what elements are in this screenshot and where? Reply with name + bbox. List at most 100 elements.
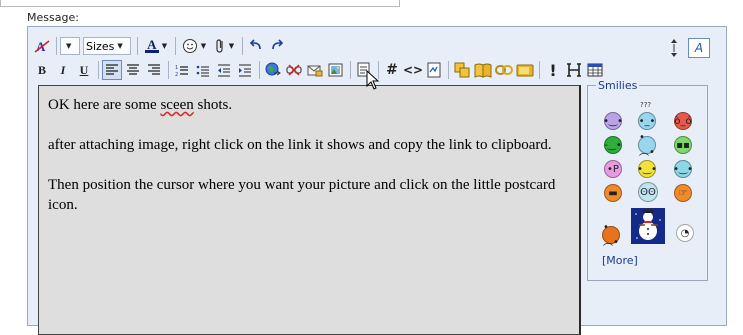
toolbar-separator bbox=[168, 61, 169, 79]
undo-button[interactable] bbox=[246, 36, 266, 56]
grin-green-icon[interactable]: ▪▪ bbox=[674, 136, 692, 154]
pointing-icon[interactable]: ☞ bbox=[674, 184, 692, 202]
heading-button[interactable] bbox=[564, 60, 584, 80]
insert-flash-button[interactable] bbox=[515, 60, 535, 80]
resize-arrows-icon[interactable] bbox=[670, 39, 678, 57]
smiley-purple-icon[interactable]: •‿• bbox=[603, 112, 623, 130]
chevron-down-icon: ▼ bbox=[66, 42, 72, 50]
svg-text:2: 2 bbox=[175, 72, 178, 77]
ordered-list-button[interactable]: 12 bbox=[172, 60, 192, 80]
toolbar-row-2: B I U 12 # <> ! bbox=[32, 59, 606, 81]
remove-link-button[interactable] bbox=[284, 60, 304, 80]
toolbar-separator bbox=[259, 61, 260, 79]
font-select[interactable]: ▼ bbox=[60, 37, 80, 55]
frown-blue-icon[interactable]: •︵• bbox=[638, 132, 656, 158]
remove-formatting-icon: A bbox=[34, 39, 50, 54]
html-code-button[interactable]: <> bbox=[403, 60, 423, 80]
undo-icon bbox=[249, 39, 261, 50]
toolbar-separator bbox=[539, 61, 540, 79]
previous-field-edge bbox=[0, 0, 400, 7]
media-box-icon bbox=[516, 64, 534, 77]
align-right-button[interactable] bbox=[144, 60, 164, 80]
smilies-panel: Smilies ??? •‿• •_• ò_ó -‿• •︵• ▪▪ •P •‿… bbox=[587, 79, 708, 281]
chevron-down-icon: ▼ bbox=[161, 42, 168, 50]
more-smilies-link[interactable]: [More] bbox=[602, 254, 638, 267]
paragraph-3: Then position the cursor where you want … bbox=[48, 177, 556, 213]
attach-button[interactable]: ▼ bbox=[210, 36, 238, 56]
book-button[interactable] bbox=[473, 60, 493, 80]
italic-button[interactable]: I bbox=[53, 60, 73, 80]
redo-icon bbox=[272, 39, 284, 50]
unordered-list-icon bbox=[196, 65, 209, 77]
underline-button[interactable]: U bbox=[74, 60, 94, 80]
align-left-icon bbox=[106, 64, 118, 75]
toolbar-separator bbox=[350, 61, 351, 79]
remove-formatting-button[interactable]: A bbox=[32, 36, 52, 56]
editor-mode-tools: A bbox=[670, 37, 720, 61]
outdent-button[interactable] bbox=[214, 60, 234, 80]
envelope-icon bbox=[307, 65, 323, 77]
bold-button[interactable]: B bbox=[32, 60, 52, 80]
text-color-icon: A bbox=[144, 38, 159, 53]
insert-image-button[interactable] bbox=[326, 60, 346, 80]
insert-email-button[interactable] bbox=[305, 60, 325, 80]
sad-orange-icon[interactable]: •︵• bbox=[602, 222, 620, 248]
code-page-icon bbox=[427, 62, 441, 78]
switch-editor-mode-button[interactable]: A bbox=[688, 38, 710, 58]
paragraph-1: OK here are some sceen shots. bbox=[48, 97, 233, 113]
bomb-icon[interactable]: ◔ bbox=[676, 224, 694, 242]
size-select[interactable]: Sizes ▼ bbox=[83, 37, 131, 55]
align-center-button[interactable] bbox=[123, 60, 143, 80]
unordered-list-button[interactable] bbox=[193, 60, 213, 80]
toolbar-separator bbox=[137, 37, 138, 55]
globe-link-icon bbox=[265, 62, 281, 76]
hash-code-button[interactable]: # bbox=[382, 60, 402, 80]
heading-icon bbox=[567, 63, 581, 77]
toolbar-separator bbox=[448, 61, 449, 79]
confused-blue-icon[interactable]: •_• bbox=[638, 112, 656, 130]
php-code-button[interactable] bbox=[424, 60, 444, 80]
tongue-pink-icon[interactable]: •P bbox=[604, 160, 622, 178]
table-button[interactable] bbox=[585, 60, 605, 80]
paragraph-2: after attaching image, right click on th… bbox=[48, 137, 552, 153]
smilies-button[interactable]: ▼ bbox=[179, 36, 209, 56]
align-center-icon bbox=[127, 64, 139, 75]
indent-button[interactable] bbox=[235, 60, 255, 80]
link-chain-button[interactable] bbox=[494, 60, 514, 80]
table-icon bbox=[587, 63, 603, 77]
align-left-button[interactable] bbox=[102, 60, 122, 80]
smile-teal-icon[interactable]: •‿• bbox=[673, 160, 693, 178]
copy-button[interactable] bbox=[452, 60, 472, 80]
cool-orange-icon[interactable]: ▬ bbox=[604, 184, 622, 202]
copy-icon bbox=[454, 62, 470, 78]
outdent-icon bbox=[218, 63, 230, 77]
toolbar-row-1: A ▼ Sizes ▼ A ▼ ▼ ▼ bbox=[32, 35, 288, 57]
message-textarea[interactable]: OK here are some sceen shots. after atta… bbox=[38, 85, 581, 335]
unlink-icon bbox=[286, 64, 302, 76]
exclamation-button[interactable]: ! bbox=[543, 60, 563, 80]
exclamation-icon: ! bbox=[549, 60, 557, 80]
insert-link-button[interactable] bbox=[263, 60, 283, 80]
smiley-label: ??? bbox=[640, 101, 652, 109]
book-icon bbox=[474, 63, 492, 78]
indent-icon bbox=[239, 63, 251, 77]
toolbar-separator bbox=[242, 37, 243, 55]
smile-yellow-icon[interactable]: •‿• bbox=[637, 160, 657, 178]
text-color-button[interactable]: A ▼ bbox=[141, 36, 171, 56]
wink-green-icon[interactable]: -‿• bbox=[604, 136, 622, 154]
mouse-cursor-icon bbox=[366, 70, 380, 90]
toolbar-separator bbox=[175, 37, 176, 55]
redo-button[interactable] bbox=[267, 36, 287, 56]
paperclip-icon bbox=[216, 39, 223, 53]
smiley-icon bbox=[182, 39, 197, 53]
smilies-legend: Smilies bbox=[596, 79, 640, 92]
angry-red-icon[interactable]: ò_ó bbox=[674, 112, 692, 130]
shocked-icon[interactable]: ʘʘ bbox=[638, 182, 658, 202]
chevron-down-icon: ▼ bbox=[200, 42, 207, 50]
snowman-icon[interactable] bbox=[631, 208, 665, 244]
svg-text:1: 1 bbox=[175, 65, 178, 71]
misspelled-word: sceen bbox=[160, 97, 194, 113]
ordered-list-icon: 12 bbox=[175, 65, 188, 77]
message-label: Message: bbox=[27, 11, 79, 24]
toolbar-separator bbox=[56, 37, 57, 55]
